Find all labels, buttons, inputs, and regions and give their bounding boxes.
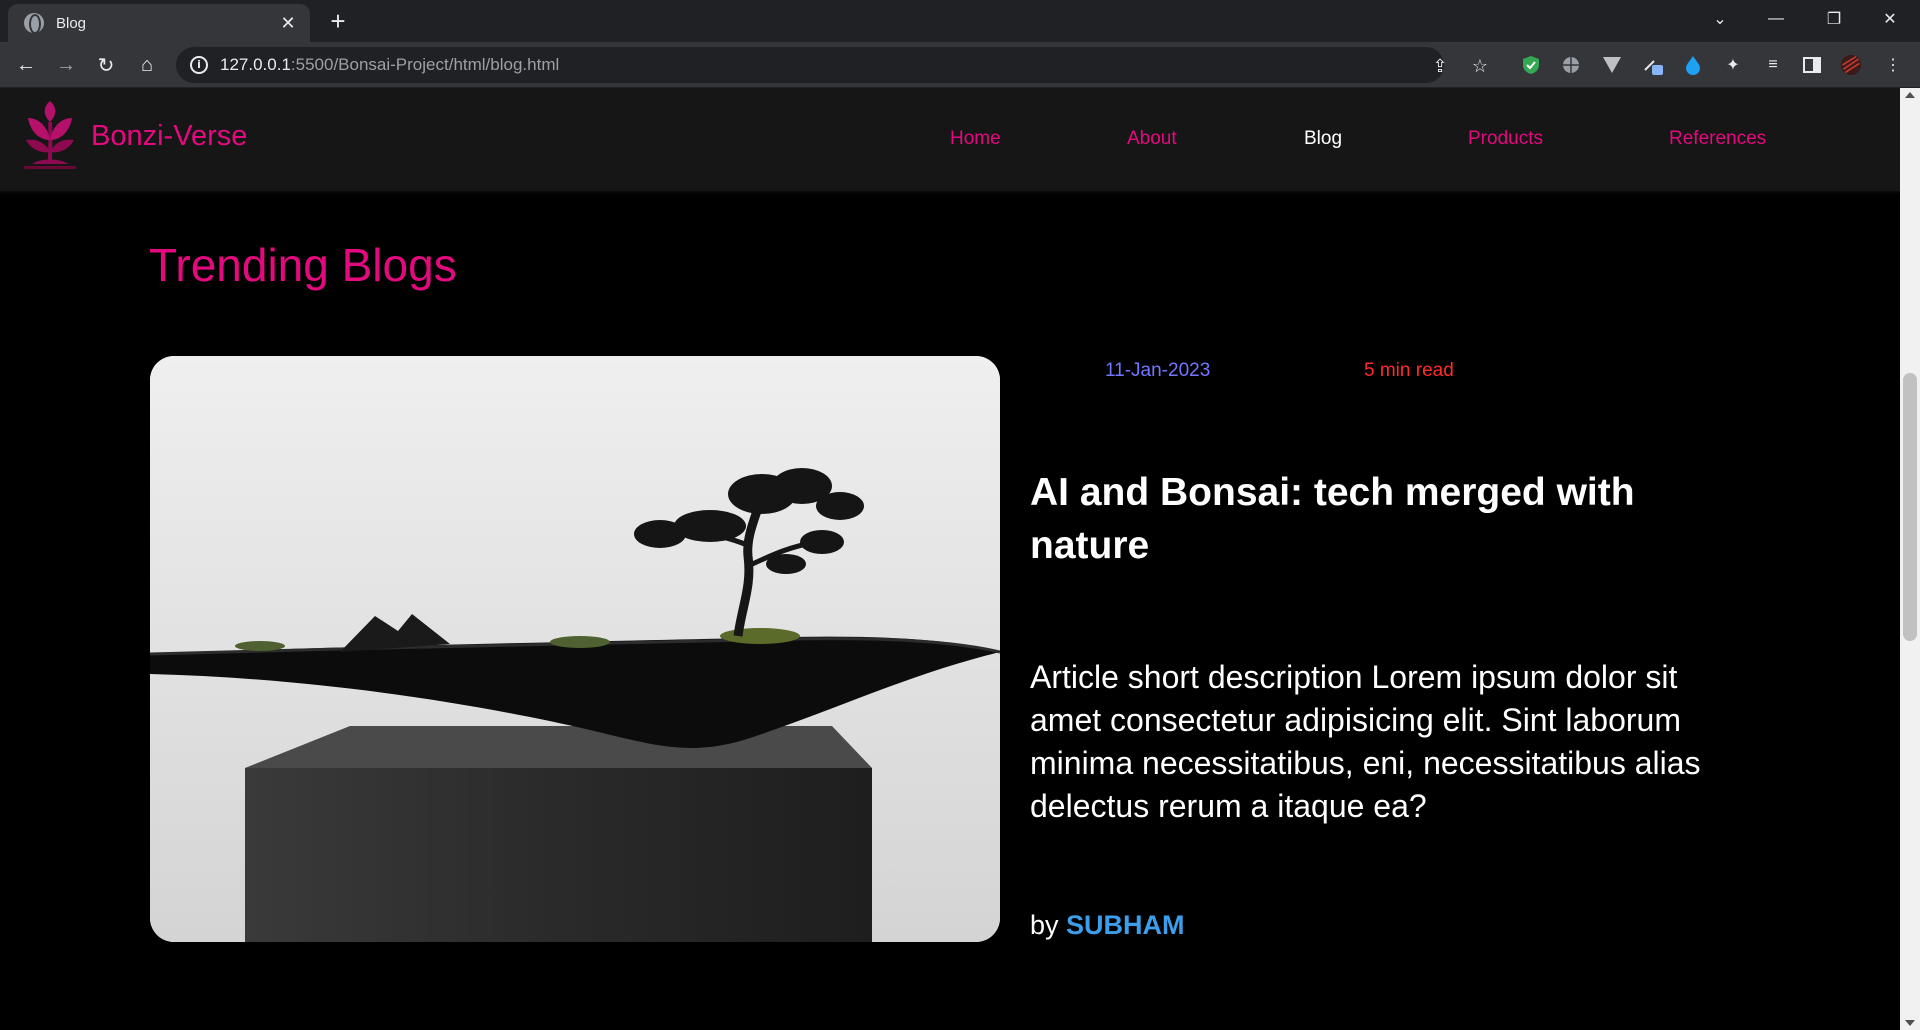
tab-search-icon[interactable]: ⌄ [1692, 0, 1748, 38]
reload-button[interactable]: ↻ [90, 49, 122, 81]
close-tab-icon[interactable]: ✕ [278, 13, 298, 34]
address-bar[interactable]: i 127.0.0.1:5500/Bonsai-Project/html/blo… [176, 47, 1488, 83]
back-button[interactable]: ← [10, 49, 42, 81]
blog-image[interactable] [150, 356, 1000, 942]
page-scrollbar[interactable] [1900, 88, 1920, 1030]
brand-name[interactable]: Bonzi-Verse [91, 120, 247, 153]
bookmark-star-icon[interactable]: ☆ [1470, 56, 1490, 76]
globe-icon [24, 13, 44, 34]
profile-avatar[interactable] [1840, 54, 1862, 76]
home-button[interactable]: ⌂ [131, 49, 163, 81]
blog-description: Article short description Lorem ipsum do… [1030, 659, 1701, 824]
media-queue-icon[interactable]: ≡ [1762, 54, 1784, 76]
minimize-button[interactable]: ― [1748, 0, 1804, 38]
nav-home[interactable]: Home [950, 128, 1001, 150]
nav-references[interactable]: References [1669, 128, 1766, 150]
scroll-thumb[interactable] [1903, 373, 1917, 641]
nav-about[interactable]: About [1127, 128, 1177, 150]
blog-read-time: 5 min read [1364, 360, 1454, 381]
forward-button[interactable]: → [50, 49, 82, 81]
author-name[interactable]: SUBHAM [1066, 910, 1185, 940]
blog-byline: by SUBHAM [1030, 910, 1185, 941]
shield-extension-icon[interactable] [1520, 54, 1542, 76]
blog-title[interactable]: AI and Bonsai: tech merged with nature [1030, 466, 1720, 572]
puzzle-extensions-icon[interactable]: ✦ [1722, 54, 1744, 76]
scroll-up-arrow-icon[interactable] [1905, 92, 1915, 98]
browser-toolbar: ← → ↻ ⌂ i 127.0.0.1:5500/Bonsai-Project/… [0, 42, 1920, 88]
site-header: Bonzi-Verse Home About Blog Products Ref… [0, 88, 1900, 191]
byline-prefix: by [1030, 910, 1059, 940]
browser-tab-bar: Blog ✕ + ⌄ ― ❐ ✕ [0, 0, 1920, 42]
droplet-extension-icon[interactable] [1682, 54, 1704, 76]
side-panel-icon[interactable] [1801, 54, 1823, 76]
eyedropper-extension-icon[interactable] [1642, 54, 1664, 76]
vue-extension-icon[interactable] [1601, 54, 1623, 76]
url-text: 127.0.0.1:5500/Bonsai-Project/html/blog.… [220, 55, 560, 74]
kebab-menu-icon[interactable]: ⋮ [1882, 54, 1904, 76]
close-window-button[interactable]: ✕ [1862, 0, 1918, 38]
globe-extension-icon[interactable] [1560, 54, 1582, 76]
nav-products[interactable]: Products [1468, 128, 1543, 150]
restore-button[interactable]: ❐ [1806, 0, 1862, 38]
section-title: Trending Blogs [149, 239, 457, 291]
blog-date: 11-Jan-2023 [1105, 360, 1211, 381]
nav-blog[interactable]: Blog [1304, 128, 1342, 150]
site-info-icon[interactable]: i [190, 56, 208, 74]
scroll-down-arrow-icon[interactable] [1905, 1020, 1915, 1026]
tab-title: Blog [56, 14, 87, 32]
page-viewport: Bonzi-Verse Home About Blog Products Ref… [0, 88, 1900, 1030]
new-tab-button[interactable]: + [322, 6, 354, 38]
bonsai-leaf-logo[interactable] [20, 100, 80, 176]
browser-tab[interactable]: Blog ✕ [8, 4, 310, 42]
share-icon[interactable]: ⇪ [1430, 56, 1450, 76]
